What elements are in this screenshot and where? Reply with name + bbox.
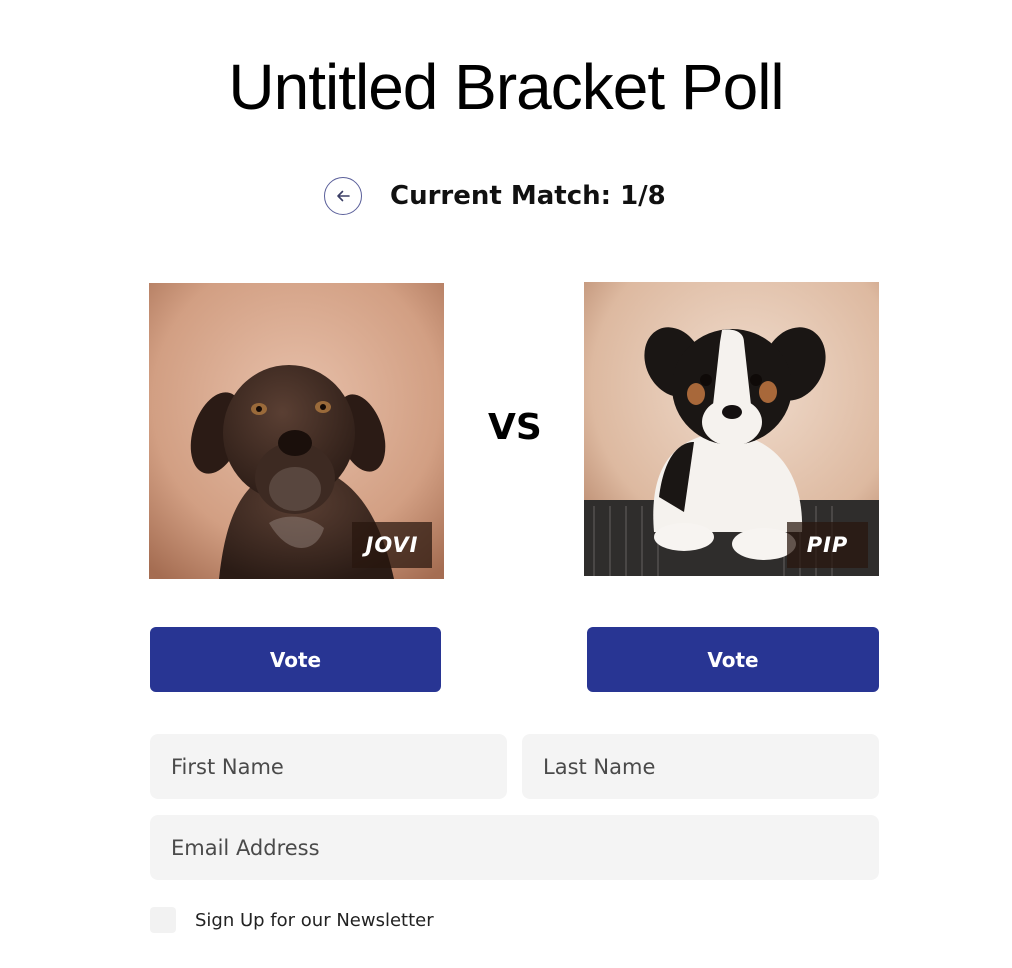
contestant-name-tag: JOVI bbox=[352, 522, 432, 568]
vs-label: VS bbox=[488, 407, 542, 448]
newsletter-checkbox[interactable] bbox=[150, 907, 176, 933]
match-header: Current Match: 1/8 bbox=[324, 177, 666, 215]
first-name-field[interactable] bbox=[150, 734, 507, 799]
vote-button-jovi[interactable]: Vote bbox=[150, 627, 441, 692]
arrow-left-icon bbox=[337, 190, 350, 202]
newsletter-option: Sign Up for our Newsletter bbox=[150, 907, 434, 933]
contestant-name-tag: PIP bbox=[787, 522, 868, 568]
email-field[interactable] bbox=[150, 815, 879, 880]
contestant-photo-jovi: JOVI bbox=[149, 283, 444, 579]
newsletter-label[interactable]: Sign Up for our Newsletter bbox=[195, 910, 434, 931]
back-button[interactable] bbox=[324, 177, 362, 215]
last-name-field[interactable] bbox=[522, 734, 879, 799]
vote-button-pip[interactable]: Vote bbox=[587, 627, 879, 692]
current-match-label: Current Match: 1/8 bbox=[390, 181, 666, 211]
contestant-photo-pip: PIP bbox=[584, 282, 879, 576]
page-title: Untitled Bracket Poll bbox=[228, 51, 784, 123]
